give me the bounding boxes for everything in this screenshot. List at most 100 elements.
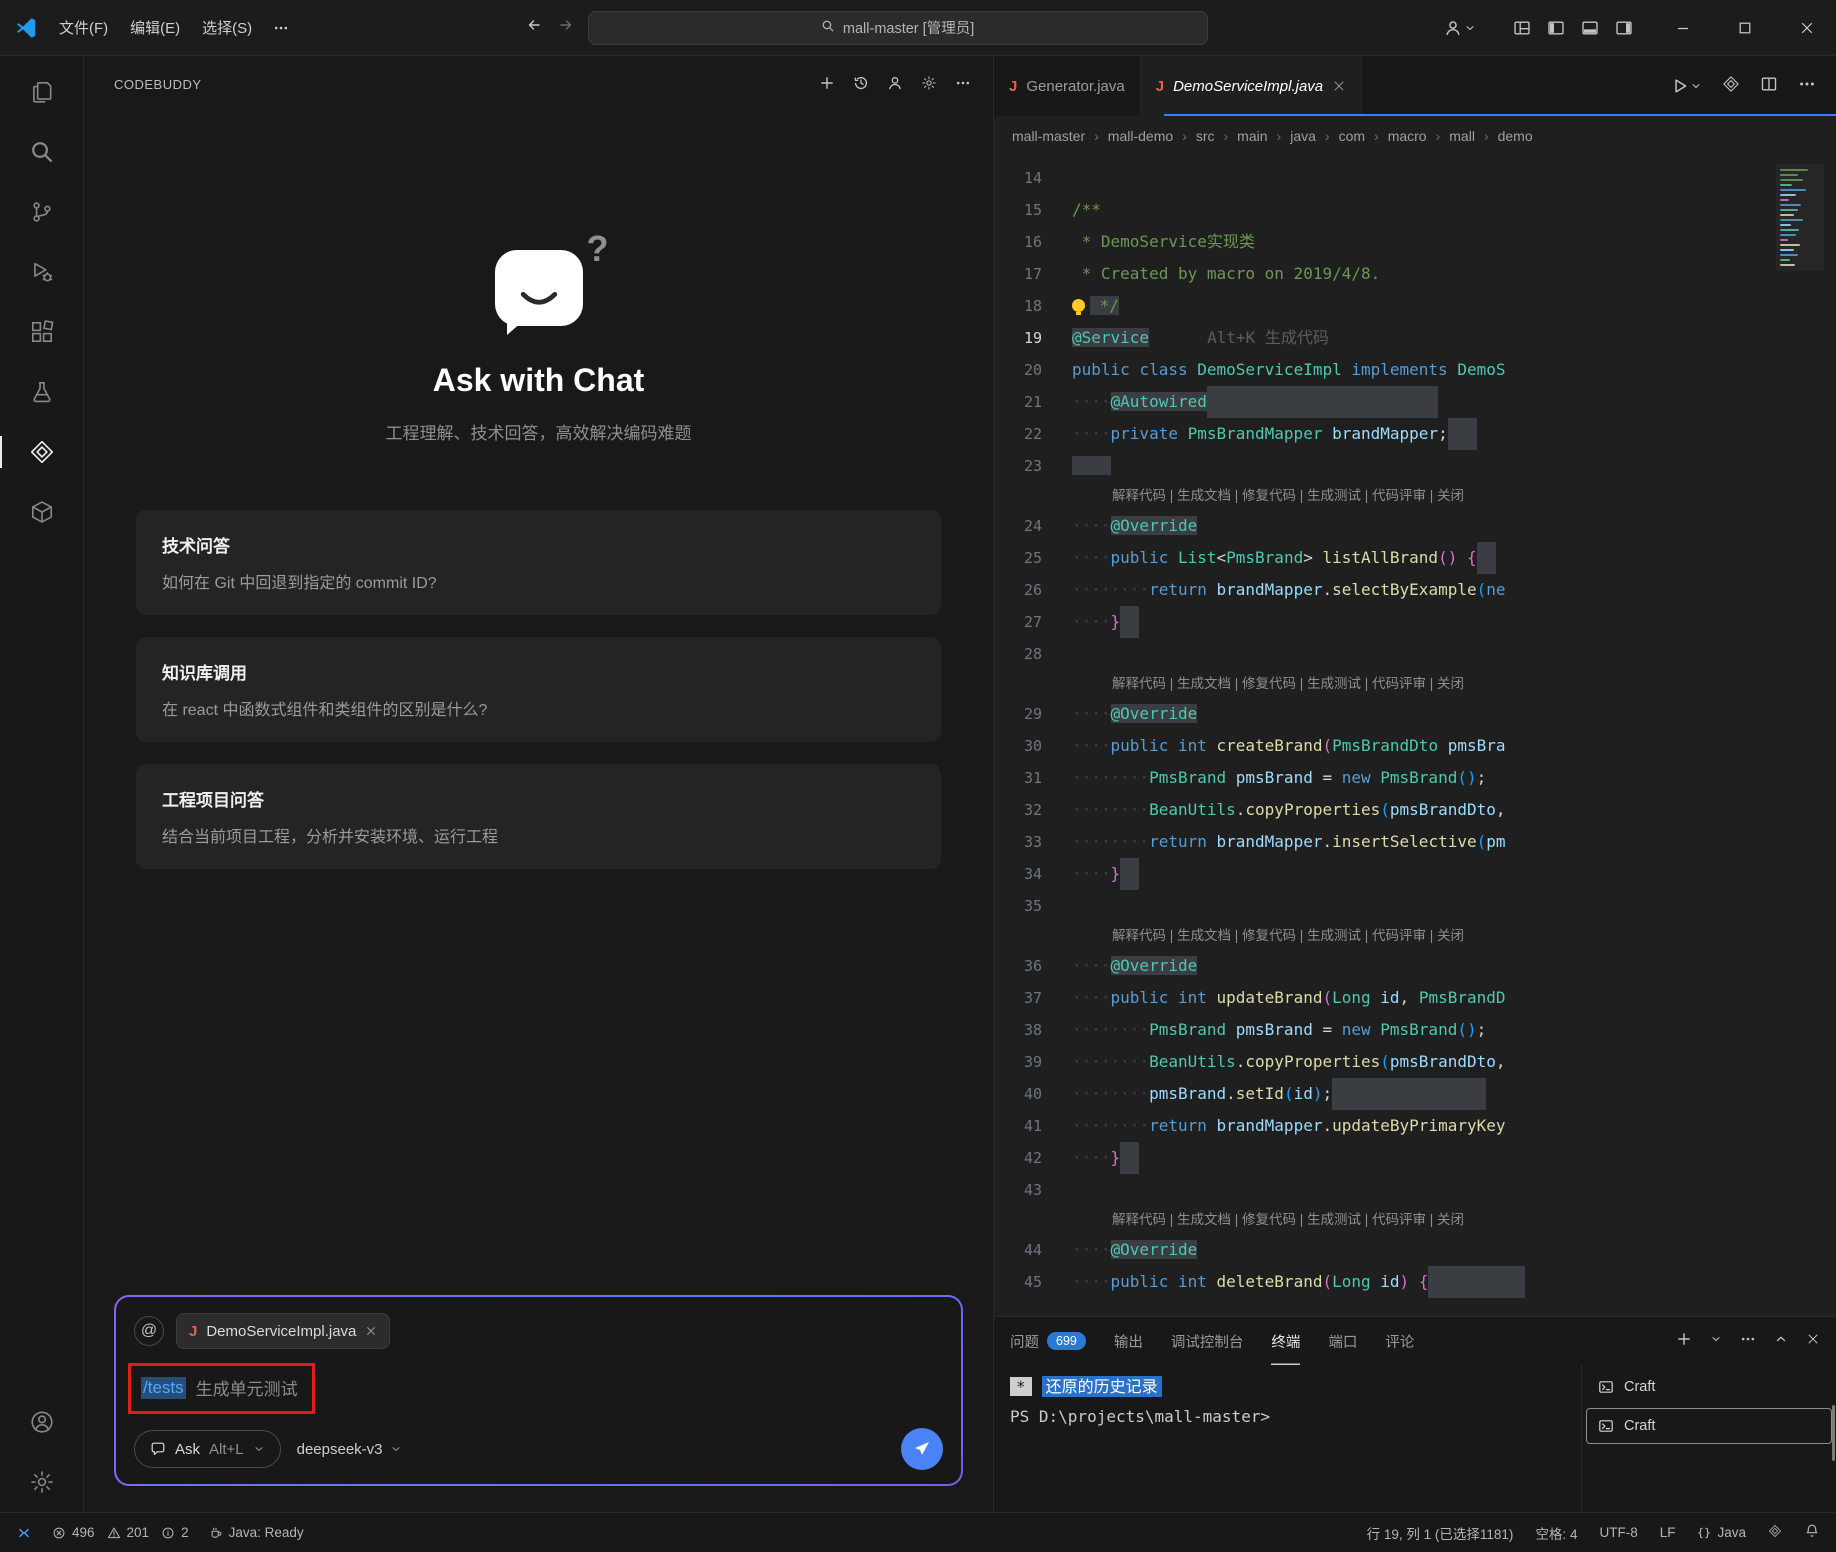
encoding-status[interactable]: UTF-8 [1599,1525,1637,1540]
window-minimize-button[interactable] [1654,0,1712,56]
code-line[interactable]: 43 [994,1174,1836,1206]
code-line[interactable]: 19@ServiceAlt+K 生成代码 [994,322,1836,354]
breadcrumb-item[interactable]: demo [1498,128,1533,144]
panel-tab-ports[interactable]: 端口 [1328,1317,1357,1365]
panel-tab-terminal[interactable]: 终端 [1271,1317,1300,1365]
code-line[interactable]: 31········PmsBrand pmsBrand = new PmsBra… [994,762,1836,794]
code-line[interactable]: 35 [994,890,1836,922]
account-icon[interactable] [0,1392,84,1452]
more-actions-icon[interactable] [955,75,971,94]
profile-button[interactable] [1434,19,1486,37]
menu-selection[interactable]: 选择(S) [191,11,263,44]
suggestion-card-tech-qa[interactable]: 技术问答 如何在 Git 中回退到指定的 commit ID? [136,510,941,615]
panel-tab-problems[interactable]: 问题 699 [1010,1317,1086,1365]
source-control-icon[interactable] [0,182,84,242]
toggle-panel-icon[interactable] [1576,14,1604,42]
code-line[interactable]: 45····public int deleteBrand(Long id) { [994,1266,1836,1298]
slash-command[interactable]: /tests [141,1377,186,1399]
code-line[interactable]: 21····@Autowired [994,386,1836,418]
terminal-list-item[interactable]: Craft [1586,1408,1832,1444]
code-line[interactable]: 16 * DemoService实现类 [994,226,1836,258]
code-line[interactable]: 28 [994,638,1836,670]
code-line[interactable]: 36····@Override [994,950,1836,982]
breadcrumb-item[interactable]: macro [1388,128,1427,144]
panel-tab-comments[interactable]: 评论 [1385,1317,1414,1365]
tab-generator-java[interactable]: J Generator.java [994,56,1141,116]
breadcrumb-item[interactable]: mall-master [1012,128,1085,144]
code-line[interactable]: 23···· [994,450,1836,482]
suggestion-card-project-qa[interactable]: 工程项目问答 结合当前项目工程，分析并安装环境、运行工程 [136,764,941,869]
code-line[interactable]: 37····public int updateBrand(Long id, Pm… [994,982,1836,1014]
maximize-panel-icon[interactable] [1774,1332,1788,1350]
codelens-actions[interactable]: 解释代码 | 生成文档 | 修复代码 | 生成测试 | 代码评审 | 关闭 [994,922,1836,950]
nav-back-icon[interactable] [526,17,542,38]
code-line[interactable]: 38········PmsBrand pmsBrand = new PmsBra… [994,1014,1836,1046]
settings-gear-icon[interactable] [0,1452,84,1512]
java-status[interactable]: Java: Ready [209,1525,304,1540]
scrollbar[interactable] [1832,1405,1835,1461]
extensions-icon[interactable] [0,302,84,362]
codebuddy-status-icon[interactable] [1768,1524,1782,1541]
breadcrumb-item[interactable]: main [1237,128,1267,144]
chevron-down-icon[interactable] [1710,1333,1722,1349]
eol-status[interactable]: LF [1660,1525,1676,1540]
breadcrumb-item[interactable]: java [1290,128,1316,144]
search-view-icon[interactable] [0,122,84,182]
code-line[interactable]: 27····} [994,606,1836,638]
toggle-sidebar-icon[interactable] [1542,14,1570,42]
minimap[interactable] [1776,164,1824,271]
lightbulb-icon[interactable] [1072,299,1085,312]
code-line[interactable]: 26········return brandMapper.selectByExa… [994,574,1836,606]
panel-tab-output[interactable]: 输出 [1114,1317,1143,1365]
codebuddy-action-icon[interactable] [1722,75,1740,98]
code-line[interactable]: 24····@Override [994,510,1836,542]
menu-edit[interactable]: 编辑(E) [119,11,191,44]
code-line[interactable]: 40········pmsBrand.setId(id); [994,1078,1836,1110]
customize-layout-icon[interactable] [1508,14,1536,42]
code-line[interactable]: 14 [994,162,1836,194]
code-line[interactable]: 44····@Override [994,1234,1836,1266]
breadcrumb-item[interactable]: mall [1449,128,1475,144]
code-line[interactable]: 39········BeanUtils.copyProperties(pmsBr… [994,1046,1836,1078]
context-file-chip[interactable]: J DemoServiceImpl.java [176,1313,390,1349]
window-maximize-button[interactable] [1716,0,1774,56]
breadcrumb-item[interactable]: mall-demo [1108,128,1173,144]
code-line[interactable]: 30····public int createBrand(PmsBrandDto… [994,730,1836,762]
more-actions-icon[interactable] [1740,1331,1756,1351]
chat-input-box[interactable]: @ J DemoServiceImpl.java /tests 生成单元测试 [114,1295,963,1486]
remove-context-icon[interactable] [365,1325,377,1337]
breadcrumb-item[interactable]: com [1339,128,1365,144]
code-line[interactable]: 32········BeanUtils.copyProperties(pmsBr… [994,794,1836,826]
remote-indicator-icon[interactable] [16,1525,32,1541]
split-editor-icon[interactable] [1760,75,1778,98]
add-context-button[interactable]: @ [134,1316,164,1346]
panel-tab-debug-console[interactable]: 调试控制台 [1171,1317,1244,1365]
codelens-actions[interactable]: 解释代码 | 生成文档 | 修复代码 | 生成测试 | 代码评审 | 关闭 [994,1206,1836,1234]
code-line[interactable]: 15/** [994,194,1836,226]
code-line[interactable]: 34····} [994,858,1836,890]
history-icon[interactable] [853,75,869,94]
code-line[interactable]: 33········return brandMapper.insertSelec… [994,826,1836,858]
suggestion-card-knowledge-base[interactable]: 知识库调用 在 react 中函数式组件和类组件的区别是什么? [136,637,941,742]
tab-demoserviceimpl-java[interactable]: J DemoServiceImpl.java [1141,56,1362,116]
codebuddy-icon[interactable] [0,422,84,482]
codelens-actions[interactable]: 解释代码 | 生成文档 | 修复代码 | 生成测试 | 代码评审 | 关闭 [994,482,1836,510]
close-tab-icon[interactable] [1332,79,1346,93]
breadcrumb-item[interactable]: src [1196,128,1215,144]
menu-more-icon[interactable] [263,14,299,42]
code-line[interactable]: 29····@Override [994,698,1836,730]
terminal-list-item[interactable]: Craft [1586,1369,1832,1405]
new-chat-icon[interactable] [819,75,835,94]
mode-selector[interactable]: Ask Alt+L [134,1430,281,1468]
profile-icon[interactable] [887,75,903,94]
run-debug-icon[interactable] [0,242,84,302]
codelens-actions[interactable]: 解释代码 | 生成文档 | 修复代码 | 生成测试 | 代码评审 | 关闭 [994,670,1836,698]
close-panel-icon[interactable] [1806,1332,1820,1350]
new-terminal-icon[interactable] [1676,1331,1692,1351]
notifications-bell-icon[interactable] [1804,1523,1820,1542]
cursor-position[interactable]: 行 19, 列 1 (已选择1181) [1367,1523,1514,1543]
explorer-icon[interactable] [0,62,84,122]
code-line[interactable]: 42····} [994,1142,1836,1174]
nav-forward-icon[interactable] [558,17,574,38]
code-line[interactable]: 25····public List<PmsBrand> listAllBrand… [994,542,1836,574]
